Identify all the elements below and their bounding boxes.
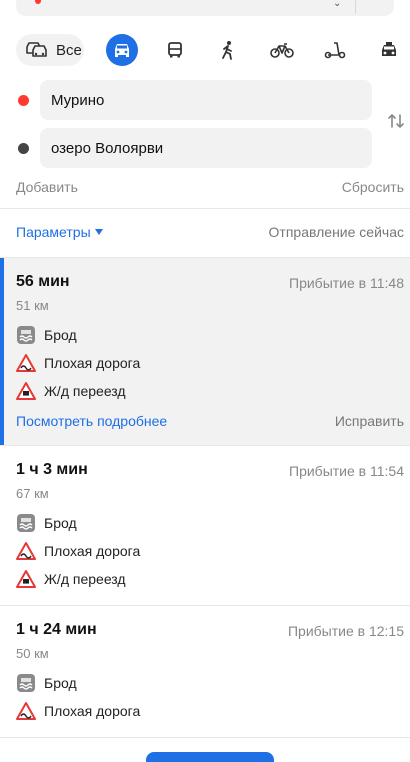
report-issue-button[interactable]: Исправить [335,413,404,429]
ford-icon [17,326,35,344]
view-details-link[interactable]: Посмотреть подробнее [16,413,167,429]
route-distance: 67 км [16,486,49,501]
feature-label: Ж/д переезд [44,571,126,587]
route-feature: Ж/д переезд [16,381,126,401]
route-arrival: Прибытие в 11:54 [289,463,404,479]
bike-icon [270,43,294,58]
chevron-down-icon: ⌄ [333,0,342,9]
route-distance: 51 км [16,298,49,313]
destination-field[interactable]: озеро Волоярви [40,128,372,168]
destination-value: озеро Волоярви [51,139,164,157]
bus-icon [168,42,182,58]
parameters-button[interactable]: Параметры [16,224,103,240]
route-feature: Плохая дорога [16,541,140,561]
feature-label: Плохая дорога [44,355,141,371]
swap-icon[interactable] [386,111,406,131]
mode-scooter-button[interactable] [319,34,351,66]
divider [0,737,410,738]
mode-bus-button[interactable] [159,34,191,66]
ford-icon [17,514,35,532]
departure-time-button[interactable]: Отправление сейчас [269,224,404,240]
feature-label: Ж/д переезд [44,383,126,399]
route-feature: Брод [16,673,77,693]
route-duration: 1 ч 3 мин [16,461,88,478]
route-feature: Брод [16,325,77,345]
feature-label: Брод [44,675,77,691]
route-distance: 50 км [16,646,49,661]
railway-crossing-warning-icon [16,382,36,400]
start-route-button[interactable] [146,752,274,762]
route-duration: 56 мин [16,273,70,290]
destination-dot-icon [18,143,29,154]
reset-button[interactable]: Сбросить [342,179,404,195]
parameters-label: Параметры [16,224,91,240]
route-card[interactable]: 1 ч 3 мин Прибытие в 11:54 67 км Брод Пл… [0,446,410,605]
railway-crossing-warning-icon [16,570,36,588]
origin-dot-icon [18,95,29,106]
route-card[interactable]: 56 мин Прибытие в 11:48 51 км Брод Плоха… [0,258,410,445]
route-arrival: Прибытие в 11:48 [289,275,404,291]
route-feature: Брод [16,513,77,533]
route-card[interactable]: 1 ч 24 мин Прибытие в 12:15 50 км Брод П… [0,606,410,737]
divider [0,208,410,209]
mode-walk-button[interactable] [212,34,244,66]
route-duration: 1 ч 24 мин [16,621,97,638]
add-waypoint-button[interactable]: Добавить [16,179,78,195]
bad-road-warning-icon [16,354,36,372]
caret-down-icon [94,229,103,235]
route-feature: Ж/д переезд [16,569,126,589]
mode-taxi-button[interactable] [373,34,405,66]
ford-icon [17,674,35,692]
feature-label: Брод [44,327,77,343]
route-feature: Плохая дорога [16,353,140,373]
mode-car-button[interactable] [106,34,138,66]
search-bar-remnant[interactable]: ⌄ [0,0,410,18]
origin-field[interactable]: Мурино [40,80,372,120]
mode-all-button[interactable]: Все [16,34,84,66]
mode-all-label: Все [56,41,82,59]
transport-modes: Все [0,30,410,70]
mode-bike-button[interactable] [266,34,298,66]
origin-value: Мурино [51,91,105,109]
waypoint-actions: Добавить Сбросить [16,179,404,199]
divider [355,0,356,14]
feature-label: Плохая дорога [44,703,141,719]
route-arrival: Прибытие в 12:15 [287,623,404,639]
car-icon [115,44,129,57]
feature-label: Плохая дорога [44,543,141,559]
walk-icon [222,41,232,60]
taxi-icon [382,42,396,56]
scooter-icon [324,42,346,59]
feature-label: Брод [44,515,77,531]
bad-road-warning-icon [16,702,36,720]
cars-icon [26,42,47,57]
route-feature: Плохая дорога [16,701,140,721]
bad-road-warning-icon [16,542,36,560]
selected-indicator [0,258,4,445]
